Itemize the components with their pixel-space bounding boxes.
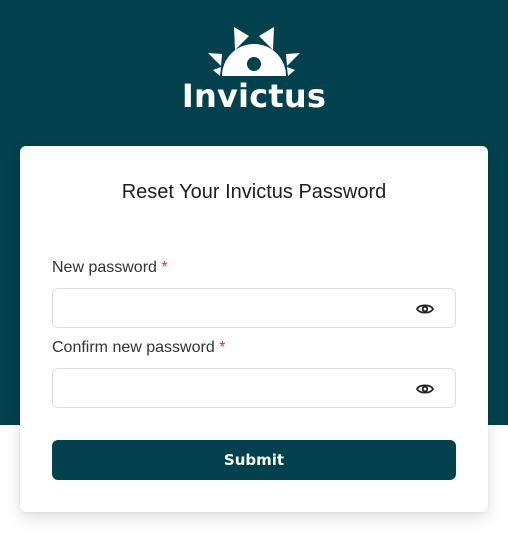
reset-password-card: Reset Your Invictus Password New passwor… <box>20 146 488 512</box>
logo: Invictus <box>0 24 508 114</box>
confirm-password-field <box>52 368 456 408</box>
eye-icon[interactable] <box>415 300 435 318</box>
required-marker: * <box>219 339 226 356</box>
sun-logo-icon <box>208 27 300 76</box>
confirm-password-label: Confirm new password * <box>52 339 225 357</box>
confirm-password-input[interactable] <box>53 369 455 407</box>
new-password-input[interactable] <box>53 289 455 327</box>
submit-button[interactable]: Submit <box>52 440 456 480</box>
required-marker: * <box>161 259 168 276</box>
brand-name: Invictus <box>181 77 327 115</box>
new-password-label: New password * <box>52 259 168 277</box>
eye-icon[interactable] <box>415 380 435 398</box>
new-password-label-text: New password <box>52 259 157 276</box>
new-password-field <box>52 288 456 328</box>
page-title: Reset Your Invictus Password <box>121 181 387 203</box>
confirm-password-label-text: Confirm new password <box>52 339 215 356</box>
